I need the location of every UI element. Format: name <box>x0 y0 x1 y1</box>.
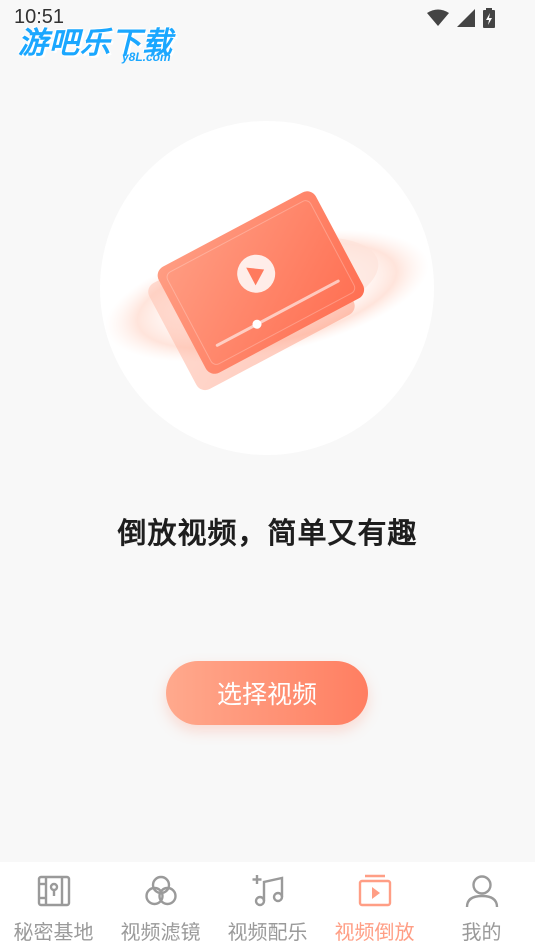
tab-video-music[interactable]: 视频配乐 <box>214 862 321 951</box>
status-icons <box>427 8 495 28</box>
tab-mine[interactable]: 我的 <box>428 862 535 951</box>
page-headline: 倒放视频，简单又有趣 <box>117 516 418 550</box>
tab-label: 秘密基地 <box>13 920 94 944</box>
filter-icon <box>144 875 177 906</box>
tab-label: 视频滤镜 <box>120 920 201 944</box>
tab-label: 我的 <box>461 920 502 944</box>
select-video-button[interactable]: 选择视频 <box>166 661 368 725</box>
music-note-icon <box>252 875 283 907</box>
hero-illustration <box>100 121 434 455</box>
signal-icon <box>457 9 475 27</box>
tab-video-filter[interactable]: 视频滤镜 <box>107 862 214 951</box>
tab-label: 视频配乐 <box>227 920 308 944</box>
wifi-icon <box>427 9 449 26</box>
safe-icon <box>37 875 70 907</box>
watermark-domain: y8L.com <box>122 50 171 64</box>
play-square-icon <box>358 874 391 907</box>
tab-label: 视频倒放 <box>334 920 415 944</box>
bottom-tab-bar: 秘密基地 视频滤镜 视频配乐 视频倒放 我的 <box>0 862 535 951</box>
watermark-logo: 游吧乐下载 y8L.com <box>18 18 173 64</box>
tab-secret-base[interactable]: 秘密基地 <box>0 862 107 951</box>
battery-icon <box>483 8 495 28</box>
tab-video-reverse[interactable]: 视频倒放 <box>321 862 428 951</box>
user-icon <box>465 875 498 908</box>
